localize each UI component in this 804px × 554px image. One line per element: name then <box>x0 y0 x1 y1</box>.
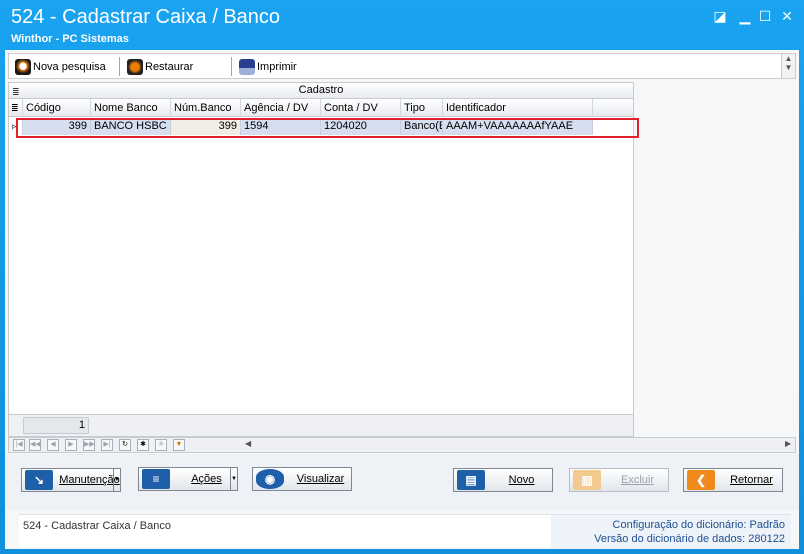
grid-column-headers: ≣ Código Nome Banco Núm.Banco Agência / … <box>9 99 633 117</box>
grid-menu-icon[interactable]: ≣ <box>12 85 20 100</box>
excluir-button[interactable]: ▥ Excluir <box>569 468 669 492</box>
grid-band-title: Cadastro <box>298 84 344 96</box>
restore-layout-icon[interactable]: ◪ <box>711 8 729 24</box>
toolbar-divider <box>119 57 120 76</box>
acoes-button[interactable]: ≡ Ações ▼ <box>138 467 238 491</box>
status-dictionary-info: Configuração do dicionário: Padrão Versã… <box>551 515 791 548</box>
column-chooser-icon[interactable]: ≣ <box>9 99 23 117</box>
version-label: Versão do dicionário de dados: <box>594 533 746 545</box>
grid-navigator: |◀ ◀◀ ◀ ▶ ▶▶ ▶| ↻ ✱ ✳ ▼ ◀ ▶ <box>8 437 796 453</box>
toolbar: Nova pesquisa Restaurar Imprimir ▲ ▼ <box>8 53 796 79</box>
action-button-bar: ↘ Manutenção ▼ ≡ Ações ▼ ◉ Visualizar ▤ … <box>5 454 799 510</box>
title-bar: 524 - Cadastrar Caixa / Banco Winthor - … <box>0 0 804 50</box>
trash-icon: ▥ <box>573 470 601 490</box>
col-header-tipo[interactable]: Tipo <box>401 99 443 117</box>
app-window: 524 - Cadastrar Caixa / Banco Winthor - … <box>0 0 804 554</box>
search-icon <box>15 59 31 75</box>
novo-button[interactable]: ▤ Novo <box>453 468 553 492</box>
version-value: 280122 <box>748 533 785 545</box>
client-area: Nova pesquisa Restaurar Imprimir ▲ ▼ ≣ Ca… <box>5 50 799 549</box>
record-count: 1 <box>23 417 89 434</box>
close-icon[interactable]: ✕ <box>778 8 796 24</box>
version-line: Versão do dicionário de dados: 280122 <box>594 533 785 545</box>
eye-icon: ◉ <box>256 469 284 489</box>
manutencao-button[interactable]: ↘ Manutenção ▼ <box>21 468 121 492</box>
selected-row-highlight <box>16 118 639 138</box>
minimize-icon[interactable]: ▁ <box>736 8 754 24</box>
nav-next-icon[interactable]: ▶ <box>65 439 77 451</box>
maximize-icon[interactable]: ☐ <box>756 8 774 24</box>
scroll-right-icon[interactable]: ▶ <box>785 439 791 448</box>
nav-prev-icon[interactable]: ◀ <box>47 439 59 451</box>
scroll-left-icon[interactable]: ◀ <box>245 439 251 448</box>
imprimir-label: Imprimir <box>257 61 297 73</box>
actions-icon: ≡ <box>142 469 170 489</box>
new-record-icon: ▤ <box>457 470 485 490</box>
back-arrow-icon: ❮ <box>687 470 715 490</box>
retornar-label: Retornar <box>730 474 773 486</box>
toolbar-scroll-arrows[interactable]: ▲ ▼ <box>781 54 795 78</box>
nova-pesquisa-button[interactable]: Nova pesquisa <box>15 57 106 77</box>
visualizar-label: Visualizar <box>296 473 345 485</box>
col-header-num-banco[interactable]: Núm.Banco <box>171 99 241 117</box>
grid-band-header: ≣ Cadastro <box>9 83 633 99</box>
config-label: Configuração do dicionário: <box>612 519 747 531</box>
nav-last-icon[interactable]: ▶| <box>101 439 113 451</box>
imprimir-button[interactable]: Imprimir <box>239 57 297 77</box>
excluir-label: Excluir <box>620 474 654 486</box>
col-header-agencia[interactable]: Agência / DV <box>241 99 321 117</box>
restaurar-label: Restaurar <box>145 61 194 73</box>
maintenance-icon: ↘ <box>25 470 53 490</box>
visualizar-button[interactable]: ◉ Visualizar <box>252 467 352 491</box>
restore-icon <box>127 59 143 75</box>
nav-filter-icon[interactable]: ▼ <box>173 439 185 451</box>
nav-refresh-icon[interactable]: ↻ <box>119 439 131 451</box>
nav-next-page-icon[interactable]: ▶▶ <box>83 439 95 451</box>
nova-pesquisa-label: Nova pesquisa <box>33 61 106 73</box>
window-title: 524 - Cadastrar Caixa / Banco <box>11 6 281 28</box>
config-line: Configuração do dicionário: Padrão <box>613 519 785 531</box>
chevron-down-icon[interactable]: ▼ <box>113 469 120 491</box>
config-value: Padrão <box>749 519 785 531</box>
window-subtitle: Winthor - PC Sistemas <box>11 33 129 45</box>
col-header-identificador[interactable]: Identificador <box>443 99 593 117</box>
grid-footer: 1 <box>9 414 633 436</box>
nav-insert-icon[interactable]: ✱ <box>137 439 149 451</box>
status-program-name: 524 - Cadastrar Caixa / Banco <box>23 520 171 532</box>
acoes-label: Ações <box>191 473 222 485</box>
nav-clear-icon[interactable]: ✳ <box>155 439 167 451</box>
chevron-down-icon[interactable]: ▼ <box>230 468 237 490</box>
col-header-codigo[interactable]: Código <box>23 99 91 117</box>
col-header-conta[interactable]: Conta / DV <box>321 99 401 117</box>
restaurar-button[interactable]: Restaurar <box>127 57 193 77</box>
retornar-button[interactable]: ❮ Retornar <box>683 468 783 492</box>
printer-icon <box>239 59 255 75</box>
col-header-nome-banco[interactable]: Nome Banco <box>91 99 171 117</box>
novo-label: Novo <box>508 474 535 486</box>
status-bar: 524 - Cadastrar Caixa / Banco Configuraç… <box>19 514 791 548</box>
manutencao-label: Manutenção <box>59 474 120 486</box>
nav-prev-page-icon[interactable]: ◀◀ <box>29 439 41 451</box>
nav-first-icon[interactable]: |◀ <box>13 439 25 451</box>
toolbar-divider <box>231 57 232 76</box>
